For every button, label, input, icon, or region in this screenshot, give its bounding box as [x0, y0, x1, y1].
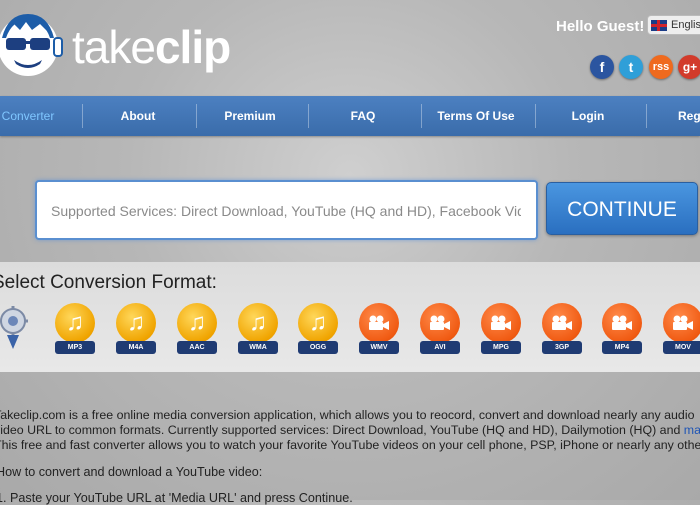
music-note-icon: ♫ [116, 303, 156, 343]
format-mp4[interactable]: MP4 [600, 303, 644, 355]
nav-divider [646, 104, 647, 128]
howto-heading: How to convert and download a YouTube vi… [0, 465, 263, 479]
format-section-title: Select Conversion Format: [0, 272, 217, 293]
mascot-logo-icon[interactable] [0, 8, 64, 80]
format-mp3[interactable]: ♫ MP3 [53, 303, 97, 355]
facebook-icon[interactable]: f [590, 55, 614, 79]
nav-divider [535, 104, 536, 128]
intro-line-2: video URL to common formats. Currently s… [0, 423, 700, 438]
nav-divider [82, 104, 83, 128]
media-url-box [35, 180, 538, 240]
site-logo[interactable]: takeclip [72, 21, 231, 73]
format-avi[interactable]: AVI [418, 303, 462, 355]
format-label: WMA [238, 341, 278, 354]
nav-converter[interactable]: Converter [0, 96, 78, 136]
language-selector[interactable]: English [647, 15, 700, 35]
format-3gp[interactable]: 3GP [540, 303, 584, 355]
intro-paragraph: Takeclip.com is a free online media conv… [0, 408, 700, 453]
nav-terms[interactable]: Terms Of Use [425, 96, 527, 136]
video-camera-icon [663, 303, 700, 343]
header: takeclip Hello Guest! English f t rss g+ [0, 0, 700, 95]
google-plus-icon[interactable]: g+ [678, 55, 700, 79]
format-label: MP3 [55, 341, 95, 354]
nav-register[interactable]: Register [678, 96, 700, 136]
format-mpg[interactable]: MPG [479, 303, 523, 355]
format-wmv[interactable]: WMV [357, 303, 401, 355]
format-aac[interactable]: ♫ AAC [175, 303, 219, 355]
format-label: MP4 [602, 341, 642, 354]
continue-button[interactable]: CONTINUE [546, 182, 698, 235]
nav-divider [421, 104, 422, 128]
greeting-text: Hello Guest! [556, 18, 645, 35]
nav-premium[interactable]: Premium [200, 96, 300, 136]
music-note-icon: ♫ [298, 303, 338, 343]
format-label: 3GP [542, 341, 582, 354]
format-m4a[interactable]: ♫ M4A [114, 303, 158, 355]
nav-divider [196, 104, 197, 128]
format-label: WMV [359, 341, 399, 354]
format-label: AVI [420, 341, 460, 354]
logo-clip-text: clip [154, 21, 231, 73]
intro-line-3: This free and fast converter allows you … [0, 438, 700, 452]
rss-icon[interactable]: rss [649, 55, 673, 79]
media-url-input[interactable] [49, 182, 523, 240]
video-camera-icon [359, 303, 399, 343]
format-mov[interactable]: MOV [661, 303, 700, 355]
language-label: English [671, 19, 700, 31]
music-note-icon: ♫ [55, 303, 95, 343]
video-camera-icon [420, 303, 460, 343]
music-note-icon: ♫ [177, 303, 217, 343]
format-label: AAC [177, 341, 217, 354]
music-note-icon: ♫ [238, 303, 278, 343]
services-link[interactable]: many [684, 423, 700, 437]
twitter-icon[interactable]: t [619, 55, 643, 79]
howto-step-1: 1. Paste your YouTube URL at 'Media URL'… [0, 491, 353, 505]
nav-faq[interactable]: FAQ [313, 96, 413, 136]
video-camera-icon [602, 303, 642, 343]
format-label: MPG [481, 341, 521, 354]
format-wma[interactable]: ♫ WMA [236, 303, 280, 355]
main-nav: Converter About Premium FAQ Terms Of Use… [0, 96, 700, 136]
settings-gear-icon[interactable] [0, 305, 28, 351]
video-camera-icon [481, 303, 521, 343]
format-ogg[interactable]: ♫ OGG [296, 303, 340, 355]
uk-flag-icon [651, 19, 667, 31]
nav-login[interactable]: Login [538, 96, 638, 136]
intro-line-1: Takeclip.com is a free online media conv… [0, 408, 695, 422]
nav-divider [308, 104, 309, 128]
video-camera-icon [542, 303, 582, 343]
format-label: MOV [663, 341, 700, 354]
format-label: OGG [298, 341, 338, 354]
nav-about[interactable]: About [88, 96, 188, 136]
logo-take-text: take [72, 21, 156, 73]
format-label: M4A [116, 341, 156, 354]
